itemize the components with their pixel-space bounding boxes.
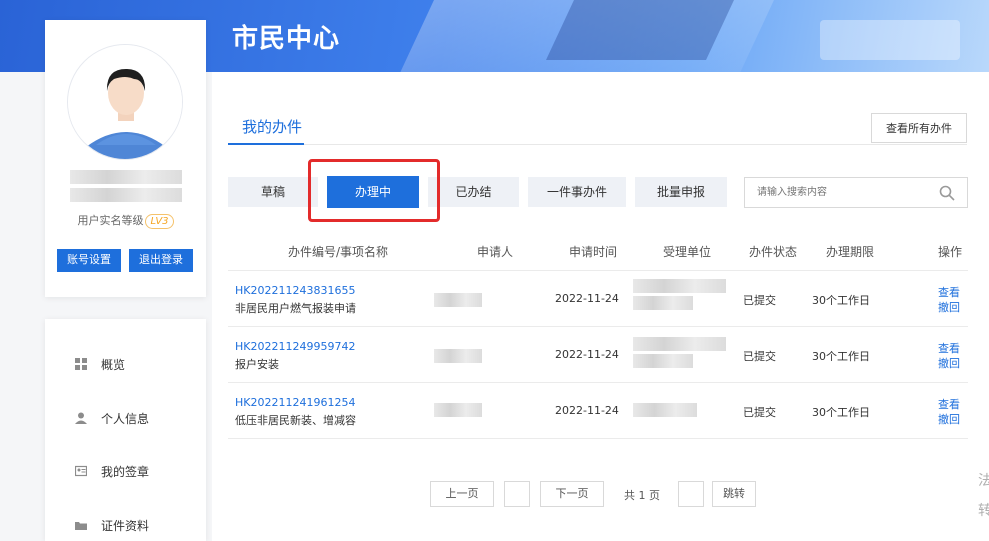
case-status: 已提交 — [743, 294, 776, 307]
view-link[interactable]: 查看 — [938, 284, 960, 300]
total-pages: 共 1 页 — [624, 489, 660, 502]
profile-card: 用户实名等级 LV3 账号设置 退出登录 — [45, 20, 206, 297]
search-input[interactable] — [745, 178, 925, 207]
masked-applicant — [434, 403, 482, 417]
case-deadline: 30个工作日 — [812, 294, 870, 307]
masked-unit — [633, 279, 726, 293]
real-name-level: 用户实名等级 LV3 — [45, 212, 206, 229]
account-settings-button[interactable]: 账号设置 — [57, 249, 121, 272]
case-code-link[interactable]: HK202211241961254 — [235, 396, 355, 409]
menu-item-documents[interactable]: 证件资料 — [75, 515, 149, 535]
case-status: 已提交 — [743, 350, 776, 363]
column-header-applicant: 申请人 — [477, 245, 514, 259]
case-deadline: 30个工作日 — [812, 406, 870, 419]
side-menu: 概览 个人信息 我的签章 证件资料 — [45, 319, 206, 541]
case-deadline: 30个工作日 — [812, 350, 870, 363]
edge-text: 转 — [978, 503, 989, 519]
divider — [304, 144, 967, 145]
page-title: 市民中心 — [232, 24, 341, 54]
search-icon[interactable] — [939, 185, 955, 201]
masked-applicant — [434, 293, 482, 307]
menu-item-my-signature[interactable]: 我的签章 — [75, 461, 149, 481]
menu-item-overview[interactable]: 概览 — [75, 354, 125, 374]
case-code-link[interactable]: HK202211243831655 — [235, 284, 355, 297]
divider — [228, 270, 968, 271]
main-panel: 我的办件 查看所有办件 草稿 办理中 已办结 一件事办件 批量申报 办件编号/事… — [212, 72, 989, 541]
menu-item-label: 我的签章 — [101, 464, 150, 479]
masked-unit — [633, 354, 693, 368]
page-number-box[interactable] — [504, 481, 530, 507]
avatar[interactable] — [67, 44, 183, 160]
menu-item-label: 个人信息 — [101, 411, 150, 426]
banner-decoration — [820, 20, 960, 60]
id-card-icon — [75, 465, 87, 477]
column-header-date: 申请时间 — [569, 245, 618, 259]
logout-button[interactable]: 退出登录 — [129, 249, 193, 272]
level-label: 用户实名等级 — [77, 214, 144, 227]
banner-decoration — [546, 0, 734, 60]
grid-icon — [75, 358, 87, 370]
menu-item-label: 证件资料 — [101, 518, 150, 533]
divider — [228, 438, 968, 439]
column-header-action: 操作 — [938, 245, 963, 259]
jump-page-input[interactable] — [678, 481, 704, 507]
level-badge: LV3 — [145, 214, 174, 229]
case-name: 非居民用户燃气报装申请 — [235, 302, 356, 315]
apply-date: 2022-11-24 — [555, 292, 619, 305]
column-header-status: 办件状态 — [749, 245, 798, 259]
withdraw-link[interactable]: 撤回 — [938, 299, 960, 315]
prev-page-button[interactable]: 上一页 — [430, 481, 494, 507]
masked-unit — [633, 403, 697, 417]
masked-username — [70, 170, 182, 184]
column-header-case: 办件编号/事项名称 — [288, 245, 389, 259]
divider — [228, 326, 968, 327]
user-avatar-icon — [68, 45, 182, 159]
menu-item-personal-info[interactable]: 个人信息 — [75, 408, 149, 428]
masked-applicant — [434, 349, 482, 363]
column-header-deadline: 办理期限 — [826, 245, 875, 259]
withdraw-link[interactable]: 撤回 — [938, 355, 960, 371]
next-page-button[interactable]: 下一页 — [540, 481, 604, 507]
apply-date: 2022-11-24 — [555, 404, 619, 417]
masked-unit — [633, 337, 726, 351]
case-status: 已提交 — [743, 406, 776, 419]
apply-date: 2022-11-24 — [555, 348, 619, 361]
view-link[interactable]: 查看 — [938, 396, 960, 412]
masked-unit — [633, 296, 693, 310]
folder-icon — [75, 522, 87, 530]
menu-item-label: 概览 — [101, 357, 126, 372]
case-name: 低压非居民新装、增减容 — [235, 414, 356, 427]
view-all-cases-button[interactable]: 查看所有办件 — [871, 113, 967, 143]
divider — [228, 382, 968, 383]
edge-text: 法 — [978, 473, 989, 489]
status-tab-one-thing[interactable]: 一件事办件 — [528, 177, 626, 207]
user-icon — [75, 412, 87, 424]
status-tab-draft[interactable]: 草稿 — [228, 177, 318, 207]
case-code-link[interactable]: HK202211249959742 — [235, 340, 355, 353]
search-box — [744, 177, 968, 208]
withdraw-link[interactable]: 撤回 — [938, 411, 960, 427]
column-header-unit: 受理单位 — [663, 245, 712, 259]
status-tab-batch[interactable]: 批量申报 — [635, 177, 727, 207]
case-name: 报户安装 — [235, 358, 279, 371]
active-tab-indicator — [228, 143, 304, 145]
jump-button[interactable]: 跳转 — [712, 481, 756, 507]
annotation-highlight-box — [308, 159, 440, 222]
tab-my-cases[interactable]: 我的办件 — [242, 116, 302, 137]
masked-username — [70, 188, 182, 202]
status-tab-completed[interactable]: 已办结 — [428, 177, 519, 207]
view-link[interactable]: 查看 — [938, 340, 960, 356]
